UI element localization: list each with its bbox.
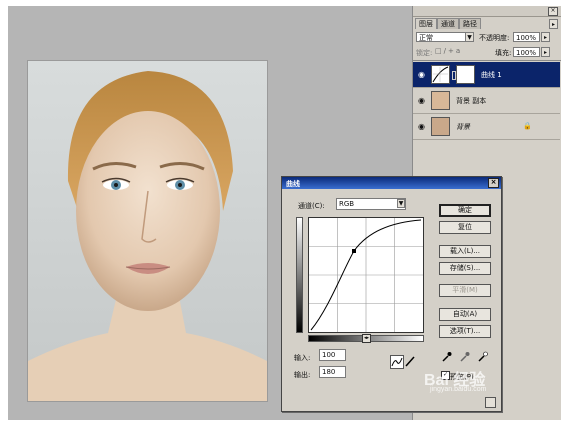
panel-menu-icon[interactable]: ▸: [549, 19, 558, 29]
opacity-input[interactable]: 100%: [513, 32, 540, 42]
gradient-toggle-icon[interactable]: ◂▸: [362, 334, 371, 343]
channel-select[interactable]: RGB: [336, 198, 406, 210]
opacity-arrow-icon[interactable]: ▸: [541, 32, 550, 42]
layer-row-background[interactable]: ◉ 背景 🔒: [413, 114, 560, 140]
layer-thumbnail: [431, 91, 450, 110]
black-eyedropper-icon[interactable]: [441, 351, 452, 362]
panel-header: ×: [413, 6, 561, 17]
input-label: 输入:: [294, 354, 311, 362]
expand-dialog-icon[interactable]: [485, 397, 496, 408]
save-button[interactable]: 存储(S)...: [439, 262, 491, 275]
ok-button[interactable]: 确定: [439, 204, 491, 217]
opacity-label: 不透明度:: [479, 34, 510, 42]
curves-adjustment-icon: [431, 65, 450, 84]
curve-point-tool-icon[interactable]: [390, 355, 404, 369]
layer-row-curves[interactable]: ◉ 曲线 1: [413, 62, 560, 88]
smooth-button[interactable]: 平滑(M): [439, 284, 491, 297]
dialog-title: 曲线: [286, 180, 300, 188]
fill-input[interactable]: 100%: [513, 47, 540, 57]
tab-layers[interactable]: 图层: [415, 18, 437, 29]
layer-name: 曲线 1: [481, 71, 502, 79]
lock-icons[interactable]: □/+a: [435, 47, 477, 56]
eye-icon[interactable]: ◉: [417, 122, 426, 131]
layer-row-bg-copy[interactable]: ◉ 背景 副本: [413, 88, 560, 114]
lock-label: 锁定:: [416, 49, 433, 57]
tab-channels[interactable]: 通道: [437, 18, 459, 29]
portrait-image: [28, 61, 267, 401]
lock-icon: 🔒: [523, 122, 532, 130]
chevron-down-icon[interactable]: ▼: [465, 32, 474, 42]
layer-name: 背景: [456, 123, 470, 131]
output-label: 输出:: [294, 371, 311, 379]
auto-button[interactable]: 自动(A): [439, 308, 491, 321]
layer-name: 背景 副本: [456, 97, 487, 105]
channel-label: 通道(C):: [298, 202, 325, 210]
chevron-down-icon[interactable]: ▼: [397, 199, 405, 208]
white-eyedropper-icon[interactable]: [477, 351, 488, 362]
curve-graph[interactable]: [308, 217, 424, 333]
dialog-titlebar[interactable]: 曲线 ×: [282, 177, 501, 189]
fill-arrow-icon[interactable]: ▸: [541, 47, 550, 57]
close-icon[interactable]: ×: [488, 178, 499, 188]
output-gradient-bar: [296, 217, 303, 333]
eye-icon[interactable]: ◉: [417, 70, 426, 79]
watermark-url: jingyan.baidu.com: [430, 386, 487, 393]
input-field[interactable]: 100: [319, 349, 346, 361]
document-canvas[interactable]: [27, 60, 268, 402]
divider: [413, 60, 561, 61]
load-button[interactable]: 载入(L)...: [439, 245, 491, 258]
options-button[interactable]: 选项(T)...: [439, 325, 491, 338]
output-field[interactable]: 180: [319, 366, 346, 378]
tab-paths[interactable]: 路径: [459, 18, 481, 29]
gray-eyedropper-icon[interactable]: [459, 351, 470, 362]
close-icon[interactable]: ×: [548, 7, 558, 16]
reset-button[interactable]: 复位: [439, 221, 491, 234]
eye-icon[interactable]: ◉: [417, 96, 426, 105]
fill-label: 填充:: [495, 49, 512, 57]
pencil-tool-icon[interactable]: [404, 355, 416, 367]
layer-mask-thumbnail: [456, 65, 475, 84]
layer-thumbnail: [431, 117, 450, 136]
